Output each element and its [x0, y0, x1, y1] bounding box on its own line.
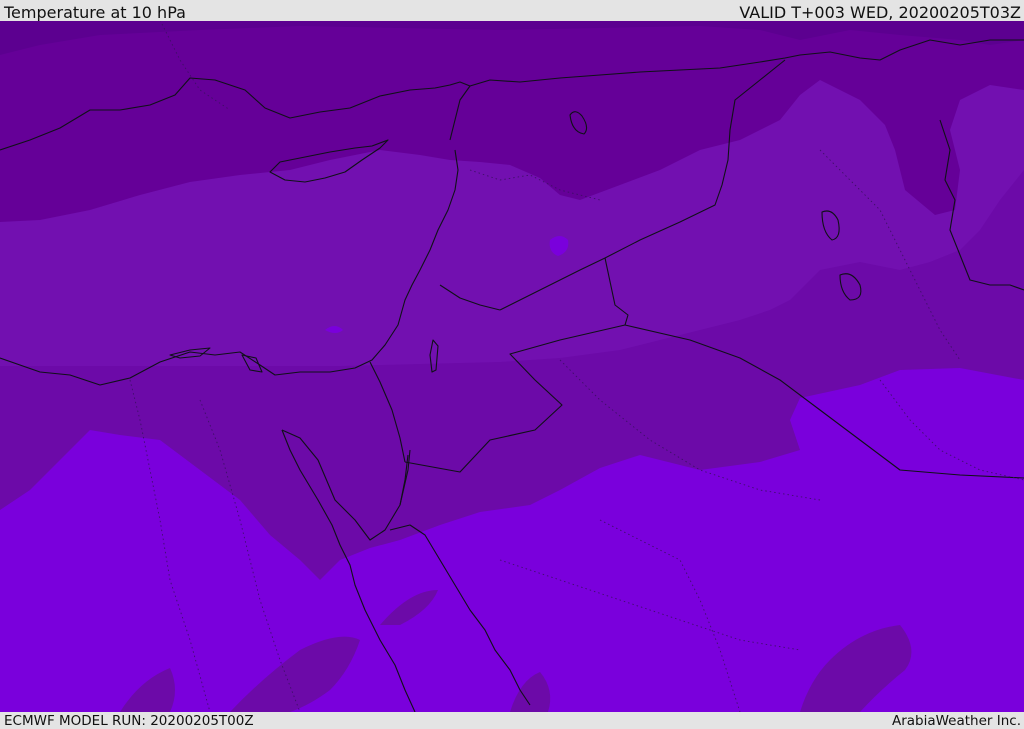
map-header: Temperature at 10 hPa VALID T+003 WED, 2… [0, 0, 1024, 22]
credit-label: ArabiaWeather Inc. [891, 713, 1021, 729]
temperature-map [0, 21, 1024, 712]
map-title: Temperature at 10 hPa [4, 3, 186, 22]
model-run-label: ECMWF MODEL RUN: 20200205T00Z [4, 713, 254, 729]
valid-time-label: VALID T+003 WED, 20200205T03Z [739, 3, 1021, 22]
map-footer: ECMWF MODEL RUN: 20200205T00Z ArabiaWeat… [0, 712, 1024, 729]
